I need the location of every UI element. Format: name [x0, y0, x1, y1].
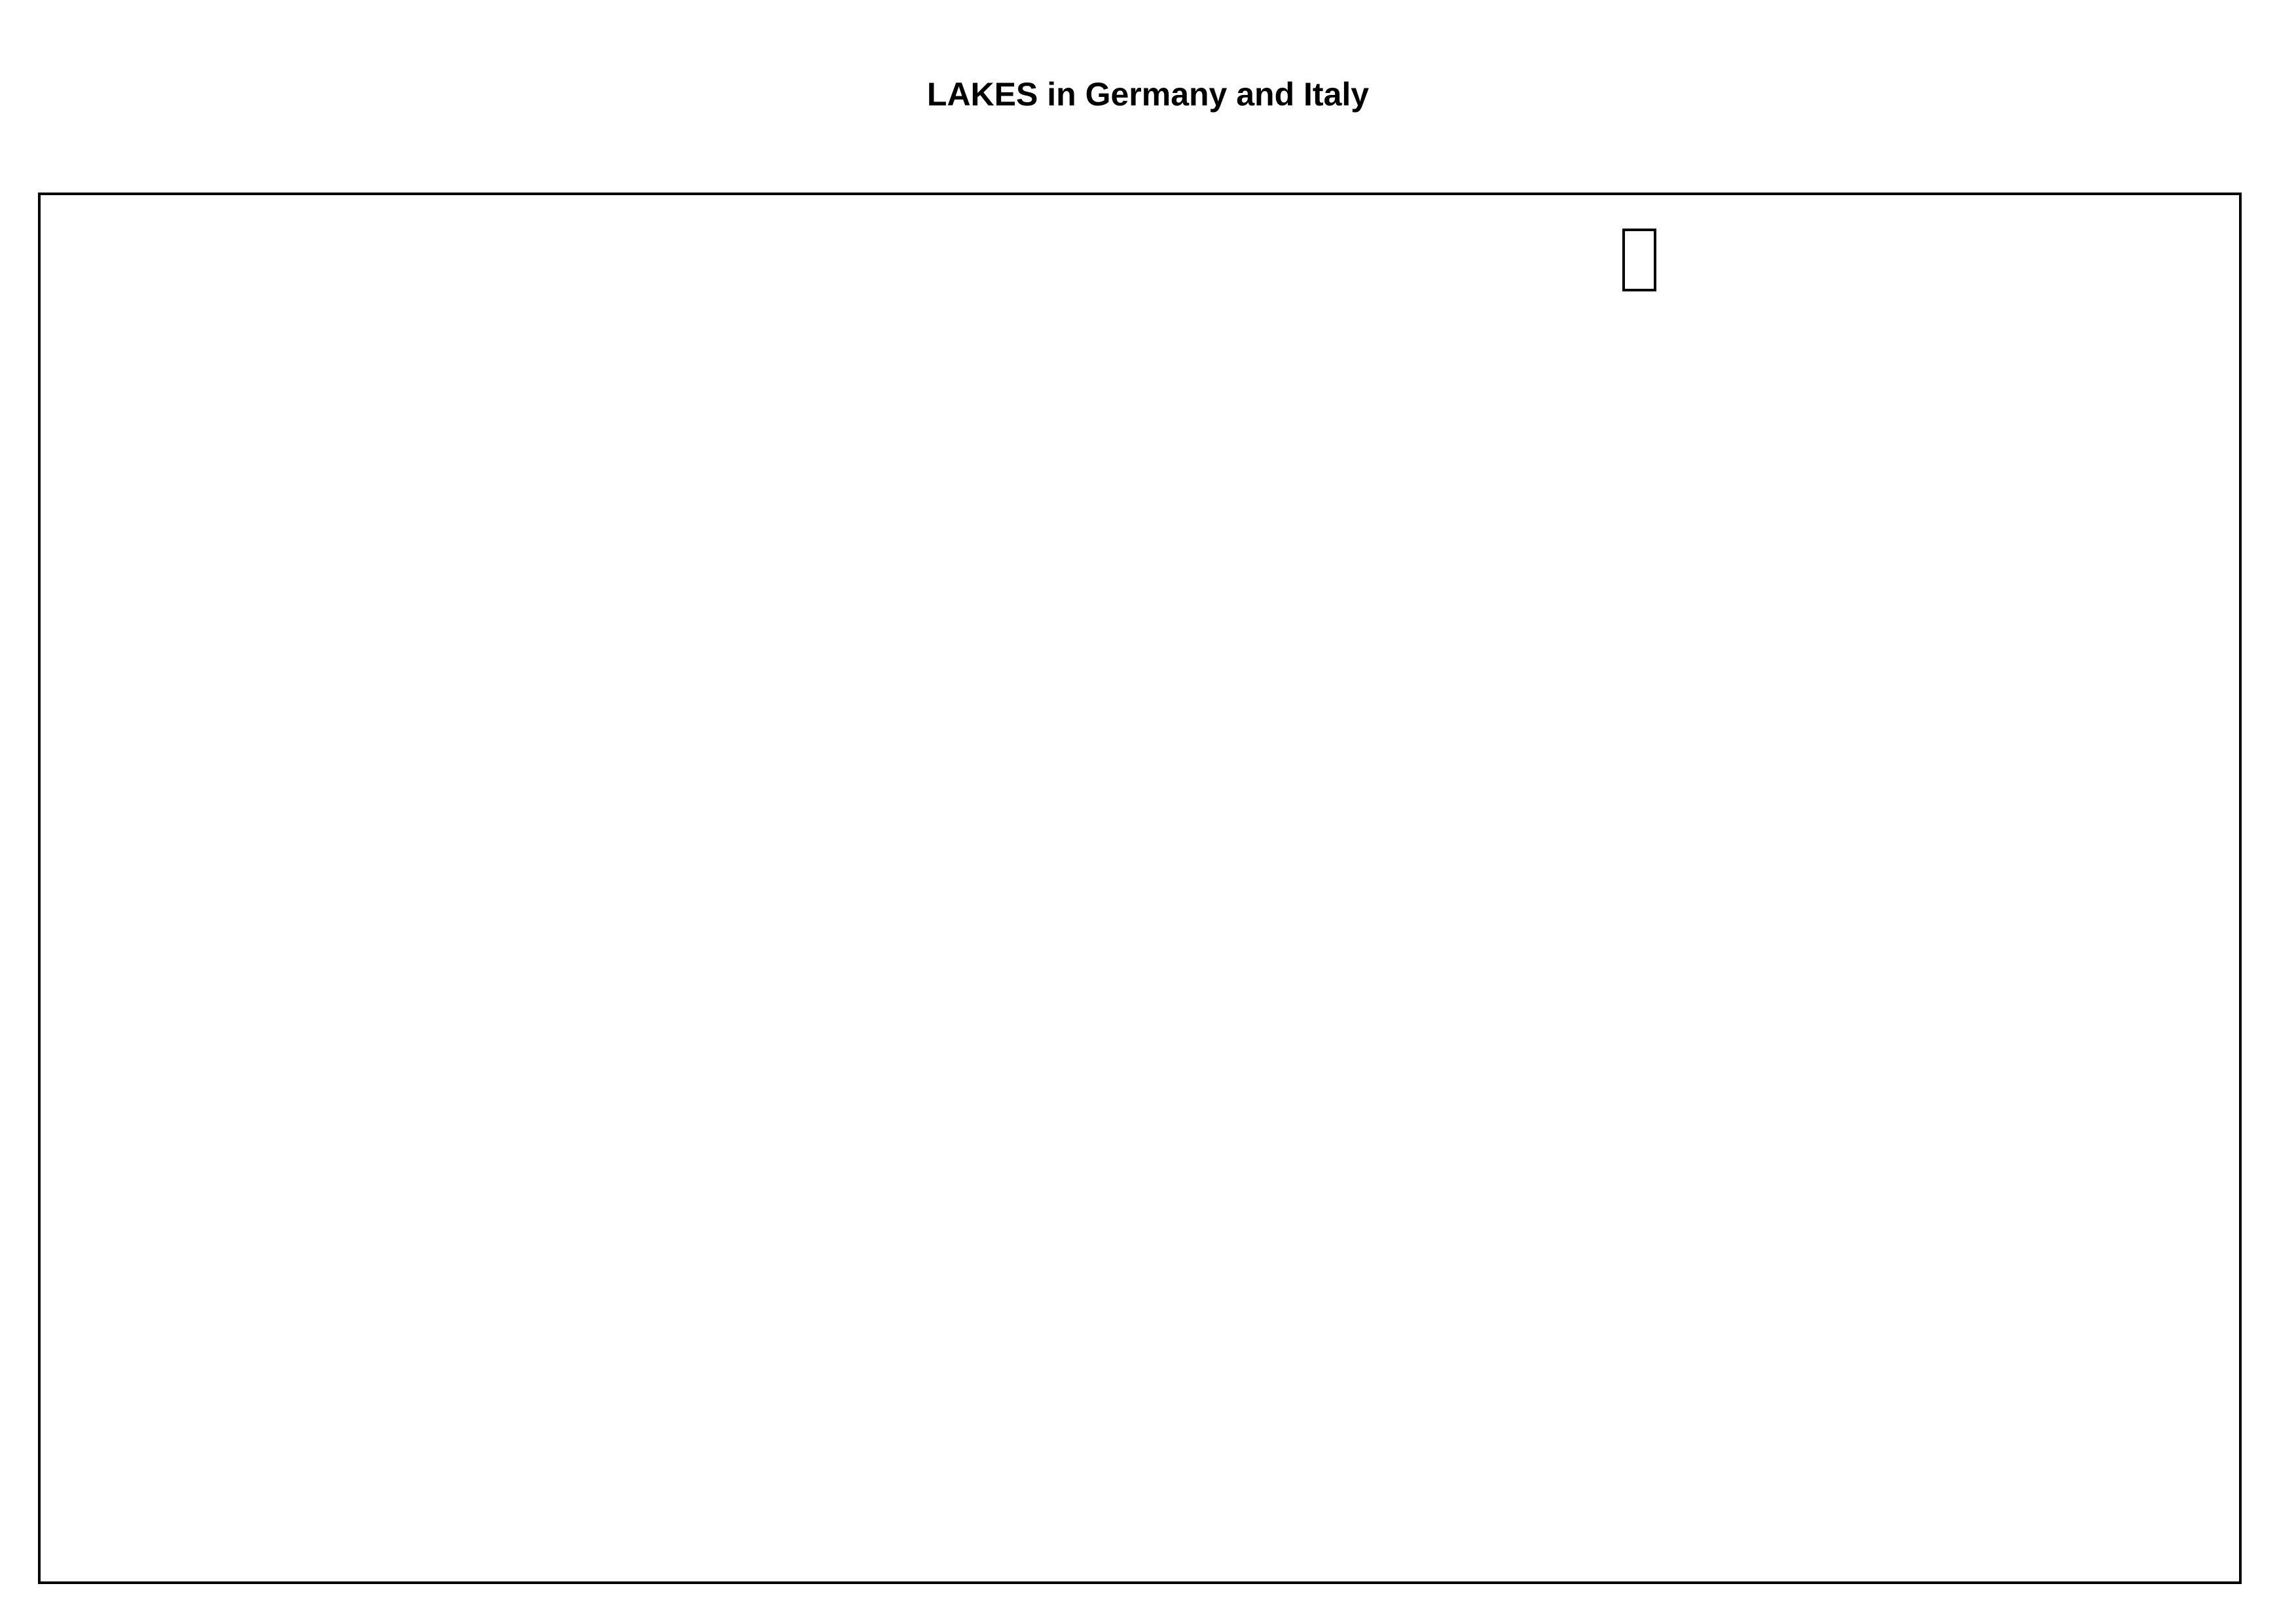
page-title: LAKES in Germany and Italy [926, 76, 1370, 113]
missing-glyph-icon [1622, 229, 1656, 291]
map-frame [38, 193, 2242, 1584]
